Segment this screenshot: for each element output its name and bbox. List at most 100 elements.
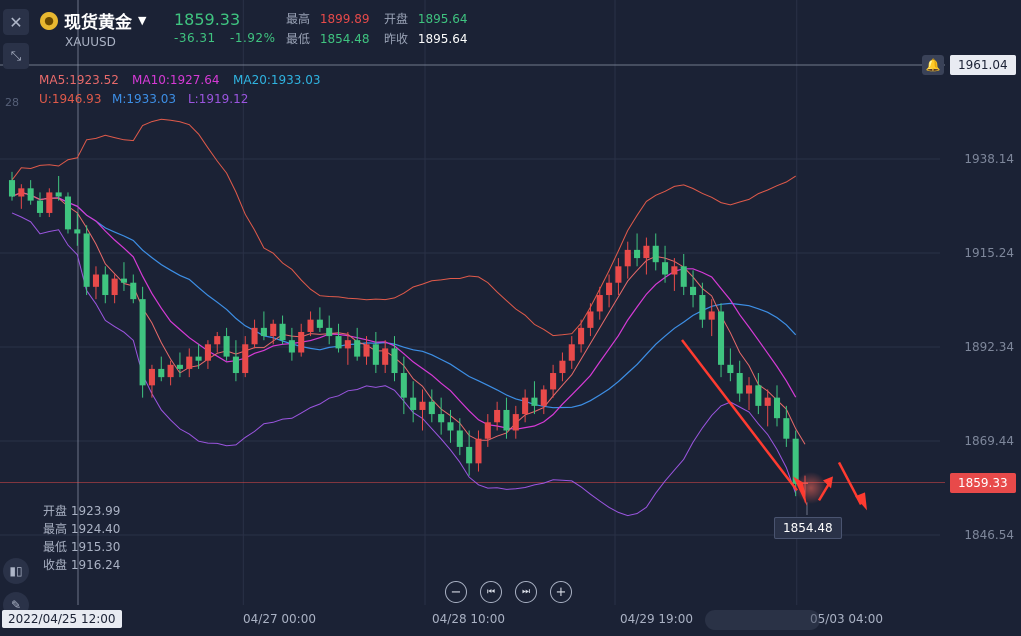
boll-lower-legend: L:1919.12 bbox=[188, 92, 249, 106]
candle-body bbox=[755, 385, 762, 406]
zoom-out-button[interactable]: − bbox=[445, 581, 467, 603]
candle-body bbox=[382, 348, 389, 365]
y-tick-label: 1846.54 bbox=[964, 528, 1014, 542]
chart-type-button[interactable]: ▮▯ bbox=[3, 558, 29, 584]
candle-body bbox=[354, 340, 361, 357]
candlestick-icon: ▮▯ bbox=[9, 564, 23, 578]
high-stat: 最高 1899.89 bbox=[286, 10, 369, 27]
candle-body bbox=[167, 364, 174, 378]
candle-body bbox=[550, 373, 557, 390]
candle-body bbox=[475, 438, 482, 464]
ohlc-close: 收盘 1916.24 bbox=[43, 558, 121, 572]
boll-mid-legend: M:1933.03 bbox=[112, 92, 177, 106]
y-tick-label: 1915.24 bbox=[964, 246, 1014, 260]
candle-body bbox=[615, 266, 622, 283]
candle-body bbox=[410, 397, 417, 410]
candle-body bbox=[214, 336, 221, 345]
candle-body bbox=[120, 278, 127, 283]
change-percent: -1.92% bbox=[230, 31, 276, 45]
candle-body bbox=[298, 331, 305, 353]
prev-close-label: 昨收 bbox=[384, 32, 409, 46]
close-icon: ✕ bbox=[9, 12, 23, 32]
candle-body bbox=[652, 245, 659, 263]
candle-body bbox=[596, 295, 603, 312]
candle-body bbox=[363, 344, 370, 357]
candle-body bbox=[428, 401, 435, 415]
candle-body bbox=[745, 385, 753, 394]
candle-body bbox=[186, 356, 193, 369]
step-forward-button[interactable]: ⏭ bbox=[515, 581, 537, 603]
candle-body bbox=[624, 249, 631, 267]
candle-body bbox=[307, 319, 314, 332]
collapse-button[interactable]: ⤡ bbox=[3, 43, 29, 69]
candle-body bbox=[503, 409, 510, 431]
boll-upper-legend: U:1946.93 bbox=[39, 92, 102, 106]
time-scroll-handle[interactable] bbox=[705, 610, 820, 630]
candle-body bbox=[484, 422, 491, 439]
prev-close-stat: 昨收 1895.64 bbox=[384, 30, 467, 47]
candle-body bbox=[531, 397, 538, 406]
symbol-name: 现货黄金 bbox=[64, 13, 132, 33]
candle-body bbox=[288, 340, 295, 353]
candlesticks bbox=[8, 171, 809, 503]
price-change: -36.31 -1.92% bbox=[174, 31, 275, 45]
candle-body bbox=[699, 295, 706, 320]
candle-body bbox=[718, 311, 725, 365]
candle-body bbox=[74, 229, 81, 234]
candle-body bbox=[111, 278, 118, 296]
candle-body bbox=[578, 327, 585, 345]
candle-body bbox=[102, 274, 109, 296]
candle-body bbox=[83, 233, 90, 287]
candle-body bbox=[232, 356, 239, 374]
y-tick-label: 1892.34 bbox=[964, 340, 1014, 354]
candle-body bbox=[662, 262, 669, 275]
low-value: 1854.48 bbox=[319, 32, 370, 46]
low-stat: 最低 1854.48 bbox=[286, 30, 369, 47]
candle-body bbox=[606, 282, 613, 296]
y-tick-label: 1869.44 bbox=[964, 434, 1014, 448]
zoom-in-button[interactable]: + bbox=[550, 581, 572, 603]
ohlc-open: 开盘 1923.99 bbox=[43, 504, 121, 518]
ohlc-high: 最高 1924.40 bbox=[43, 522, 121, 536]
candle-body bbox=[242, 344, 249, 374]
candle-body bbox=[587, 311, 594, 328]
candle-body bbox=[204, 344, 211, 361]
time-tick-1: 04/27 00:00 bbox=[243, 612, 316, 626]
ma5-legend: MA5:1923.52 bbox=[39, 73, 119, 87]
candle-body bbox=[494, 409, 501, 423]
annotation-arrows bbox=[681, 339, 867, 515]
candle-body bbox=[8, 180, 16, 197]
candle-body bbox=[158, 368, 165, 378]
candle-body bbox=[316, 319, 323, 328]
alert-bell-icon[interactable]: 🔔 bbox=[922, 55, 944, 75]
step-forward-icon: ⏭ bbox=[521, 587, 531, 597]
candle-body bbox=[391, 348, 398, 374]
collapse-icon: ⤡ bbox=[10, 48, 22, 64]
y-tick-label: 1938.14 bbox=[964, 152, 1014, 166]
candle-body bbox=[55, 192, 62, 197]
step-back-button[interactable]: ⏮ bbox=[480, 581, 502, 603]
selected-time-tag: 2022/04/25 12:00 bbox=[2, 610, 122, 628]
candle-body bbox=[400, 373, 407, 398]
candle-body bbox=[270, 323, 277, 337]
crosshair-price-tag: 1961.04 bbox=[950, 55, 1016, 75]
caret-down-icon: ▼ bbox=[138, 14, 147, 27]
high-label: 最高 bbox=[286, 12, 311, 26]
candle-body bbox=[176, 364, 183, 369]
candle-body bbox=[279, 323, 286, 341]
candle-body bbox=[512, 414, 519, 431]
prev-close-value: 1895.64 bbox=[417, 32, 468, 46]
candle-body bbox=[456, 430, 463, 447]
symbol-selector[interactable]: ● 现货黄金 ▼ bbox=[40, 8, 146, 33]
candle-body bbox=[27, 188, 34, 201]
open-stat: 开盘 1895.64 bbox=[384, 10, 467, 27]
candle-body bbox=[438, 414, 445, 423]
time-tick-3: 04/29 19:00 bbox=[620, 612, 693, 626]
plus-icon: + bbox=[555, 584, 567, 600]
candle-body bbox=[634, 249, 641, 259]
candle-body bbox=[223, 336, 230, 357]
open-label: 开盘 bbox=[384, 12, 409, 26]
time-tick-2: 04/28 10:00 bbox=[432, 612, 505, 626]
candle-body bbox=[64, 196, 72, 230]
close-button[interactable]: ✕ bbox=[3, 9, 29, 35]
